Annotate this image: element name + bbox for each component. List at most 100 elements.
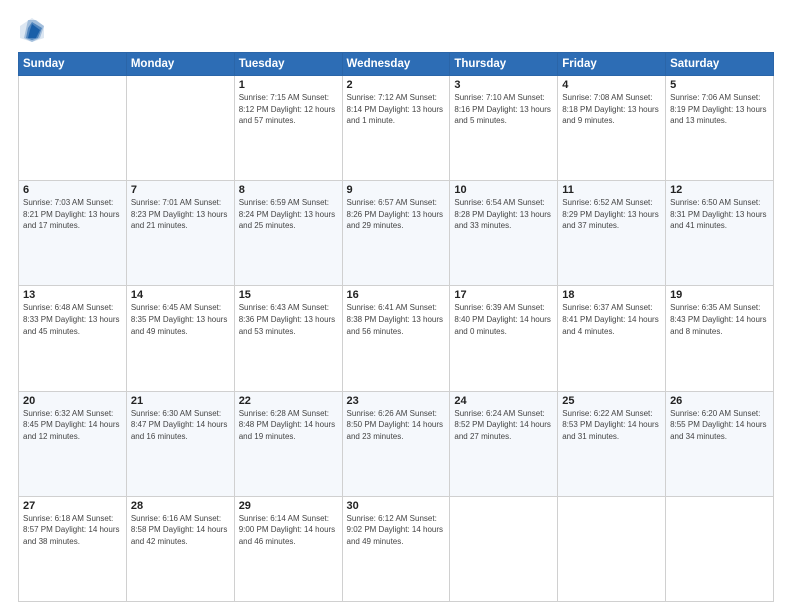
day-number: 15 [239, 289, 338, 301]
calendar-cell: 10Sunrise: 6:54 AM Sunset: 8:28 PM Dayli… [450, 181, 558, 286]
day-number: 4 [562, 79, 661, 91]
day-info: Sunrise: 6:16 AM Sunset: 8:58 PM Dayligh… [131, 513, 230, 548]
day-info: Sunrise: 7:10 AM Sunset: 8:16 PM Dayligh… [454, 92, 553, 127]
day-number: 14 [131, 289, 230, 301]
day-info: Sunrise: 6:18 AM Sunset: 8:57 PM Dayligh… [23, 513, 122, 548]
day-header-monday: Monday [126, 53, 234, 76]
day-number: 27 [23, 500, 122, 512]
calendar-cell: 1Sunrise: 7:15 AM Sunset: 8:12 PM Daylig… [234, 76, 342, 181]
day-info: Sunrise: 6:26 AM Sunset: 8:50 PM Dayligh… [347, 408, 446, 443]
day-number: 9 [347, 184, 446, 196]
day-number: 5 [670, 79, 769, 91]
day-info: Sunrise: 6:48 AM Sunset: 8:33 PM Dayligh… [23, 302, 122, 337]
header-row: SundayMondayTuesdayWednesdayThursdayFrid… [19, 53, 774, 76]
logo [18, 16, 50, 44]
day-number: 24 [454, 395, 553, 407]
day-number: 13 [23, 289, 122, 301]
day-info: Sunrise: 6:41 AM Sunset: 8:38 PM Dayligh… [347, 302, 446, 337]
day-info: Sunrise: 7:15 AM Sunset: 8:12 PM Dayligh… [239, 92, 338, 127]
calendar-cell: 17Sunrise: 6:39 AM Sunset: 8:40 PM Dayli… [450, 286, 558, 391]
day-info: Sunrise: 6:57 AM Sunset: 8:26 PM Dayligh… [347, 197, 446, 232]
day-info: Sunrise: 6:54 AM Sunset: 8:28 PM Dayligh… [454, 197, 553, 232]
day-number: 12 [670, 184, 769, 196]
calendar-cell [450, 496, 558, 601]
day-header-saturday: Saturday [666, 53, 774, 76]
day-number: 28 [131, 500, 230, 512]
calendar-cell: 7Sunrise: 7:01 AM Sunset: 8:23 PM Daylig… [126, 181, 234, 286]
day-header-thursday: Thursday [450, 53, 558, 76]
calendar-cell: 18Sunrise: 6:37 AM Sunset: 8:41 PM Dayli… [558, 286, 666, 391]
day-info: Sunrise: 7:06 AM Sunset: 8:19 PM Dayligh… [670, 92, 769, 127]
day-number: 21 [131, 395, 230, 407]
calendar-cell: 12Sunrise: 6:50 AM Sunset: 8:31 PM Dayli… [666, 181, 774, 286]
calendar-cell [126, 76, 234, 181]
calendar-table: SundayMondayTuesdayWednesdayThursdayFrid… [18, 52, 774, 602]
calendar-cell: 26Sunrise: 6:20 AM Sunset: 8:55 PM Dayli… [666, 391, 774, 496]
day-info: Sunrise: 6:43 AM Sunset: 8:36 PM Dayligh… [239, 302, 338, 337]
calendar-cell: 20Sunrise: 6:32 AM Sunset: 8:45 PM Dayli… [19, 391, 127, 496]
day-info: Sunrise: 6:37 AM Sunset: 8:41 PM Dayligh… [562, 302, 661, 337]
calendar-cell [558, 496, 666, 601]
day-number: 8 [239, 184, 338, 196]
calendar-cell: 29Sunrise: 6:14 AM Sunset: 9:00 PM Dayli… [234, 496, 342, 601]
calendar-cell [666, 496, 774, 601]
calendar-cell: 19Sunrise: 6:35 AM Sunset: 8:43 PM Dayli… [666, 286, 774, 391]
calendar-cell: 8Sunrise: 6:59 AM Sunset: 8:24 PM Daylig… [234, 181, 342, 286]
calendar-cell: 9Sunrise: 6:57 AM Sunset: 8:26 PM Daylig… [342, 181, 450, 286]
logo-icon [18, 16, 46, 44]
calendar-cell: 24Sunrise: 6:24 AM Sunset: 8:52 PM Dayli… [450, 391, 558, 496]
calendar-cell: 30Sunrise: 6:12 AM Sunset: 9:02 PM Dayli… [342, 496, 450, 601]
day-number: 30 [347, 500, 446, 512]
day-info: Sunrise: 6:14 AM Sunset: 9:00 PM Dayligh… [239, 513, 338, 548]
day-info: Sunrise: 7:01 AM Sunset: 8:23 PM Dayligh… [131, 197, 230, 232]
day-info: Sunrise: 7:08 AM Sunset: 8:18 PM Dayligh… [562, 92, 661, 127]
calendar-cell: 11Sunrise: 6:52 AM Sunset: 8:29 PM Dayli… [558, 181, 666, 286]
day-info: Sunrise: 6:35 AM Sunset: 8:43 PM Dayligh… [670, 302, 769, 337]
calendar-cell: 5Sunrise: 7:06 AM Sunset: 8:19 PM Daylig… [666, 76, 774, 181]
day-number: 1 [239, 79, 338, 91]
day-info: Sunrise: 7:12 AM Sunset: 8:14 PM Dayligh… [347, 92, 446, 127]
day-number: 6 [23, 184, 122, 196]
day-number: 29 [239, 500, 338, 512]
calendar-cell: 2Sunrise: 7:12 AM Sunset: 8:14 PM Daylig… [342, 76, 450, 181]
day-number: 25 [562, 395, 661, 407]
day-info: Sunrise: 6:45 AM Sunset: 8:35 PM Dayligh… [131, 302, 230, 337]
calendar-cell: 3Sunrise: 7:10 AM Sunset: 8:16 PM Daylig… [450, 76, 558, 181]
day-number: 11 [562, 184, 661, 196]
day-number: 22 [239, 395, 338, 407]
day-number: 20 [23, 395, 122, 407]
week-row-1: 1Sunrise: 7:15 AM Sunset: 8:12 PM Daylig… [19, 76, 774, 181]
day-info: Sunrise: 7:03 AM Sunset: 8:21 PM Dayligh… [23, 197, 122, 232]
calendar-cell: 23Sunrise: 6:26 AM Sunset: 8:50 PM Dayli… [342, 391, 450, 496]
calendar-cell: 22Sunrise: 6:28 AM Sunset: 8:48 PM Dayli… [234, 391, 342, 496]
calendar-cell: 4Sunrise: 7:08 AM Sunset: 8:18 PM Daylig… [558, 76, 666, 181]
day-info: Sunrise: 6:28 AM Sunset: 8:48 PM Dayligh… [239, 408, 338, 443]
calendar-cell: 16Sunrise: 6:41 AM Sunset: 8:38 PM Dayli… [342, 286, 450, 391]
day-info: Sunrise: 6:20 AM Sunset: 8:55 PM Dayligh… [670, 408, 769, 443]
day-info: Sunrise: 6:59 AM Sunset: 8:24 PM Dayligh… [239, 197, 338, 232]
day-number: 16 [347, 289, 446, 301]
calendar-cell: 25Sunrise: 6:22 AM Sunset: 8:53 PM Dayli… [558, 391, 666, 496]
day-header-friday: Friday [558, 53, 666, 76]
day-number: 3 [454, 79, 553, 91]
day-info: Sunrise: 6:32 AM Sunset: 8:45 PM Dayligh… [23, 408, 122, 443]
day-number: 2 [347, 79, 446, 91]
day-info: Sunrise: 6:39 AM Sunset: 8:40 PM Dayligh… [454, 302, 553, 337]
day-header-wednesday: Wednesday [342, 53, 450, 76]
week-row-4: 20Sunrise: 6:32 AM Sunset: 8:45 PM Dayli… [19, 391, 774, 496]
day-info: Sunrise: 6:52 AM Sunset: 8:29 PM Dayligh… [562, 197, 661, 232]
calendar-cell: 14Sunrise: 6:45 AM Sunset: 8:35 PM Dayli… [126, 286, 234, 391]
day-number: 19 [670, 289, 769, 301]
calendar-cell [19, 76, 127, 181]
day-number: 26 [670, 395, 769, 407]
day-number: 17 [454, 289, 553, 301]
day-number: 7 [131, 184, 230, 196]
week-row-2: 6Sunrise: 7:03 AM Sunset: 8:21 PM Daylig… [19, 181, 774, 286]
day-number: 23 [347, 395, 446, 407]
day-header-tuesday: Tuesday [234, 53, 342, 76]
day-info: Sunrise: 6:22 AM Sunset: 8:53 PM Dayligh… [562, 408, 661, 443]
page: SundayMondayTuesdayWednesdayThursdayFrid… [0, 0, 792, 612]
calendar-cell: 15Sunrise: 6:43 AM Sunset: 8:36 PM Dayli… [234, 286, 342, 391]
day-info: Sunrise: 6:30 AM Sunset: 8:47 PM Dayligh… [131, 408, 230, 443]
day-info: Sunrise: 6:12 AM Sunset: 9:02 PM Dayligh… [347, 513, 446, 548]
